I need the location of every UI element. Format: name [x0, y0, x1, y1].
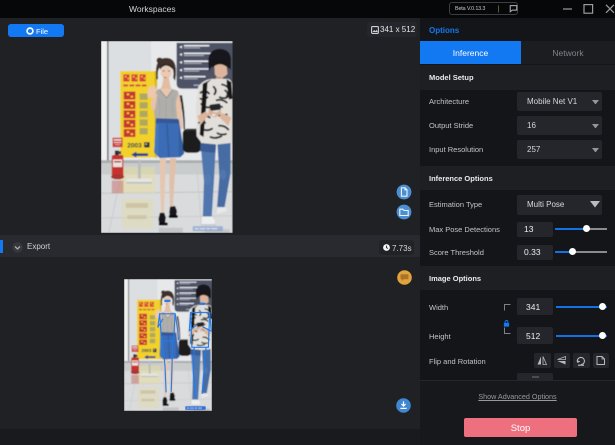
svg-text:2003: 2003 [127, 142, 142, 149]
